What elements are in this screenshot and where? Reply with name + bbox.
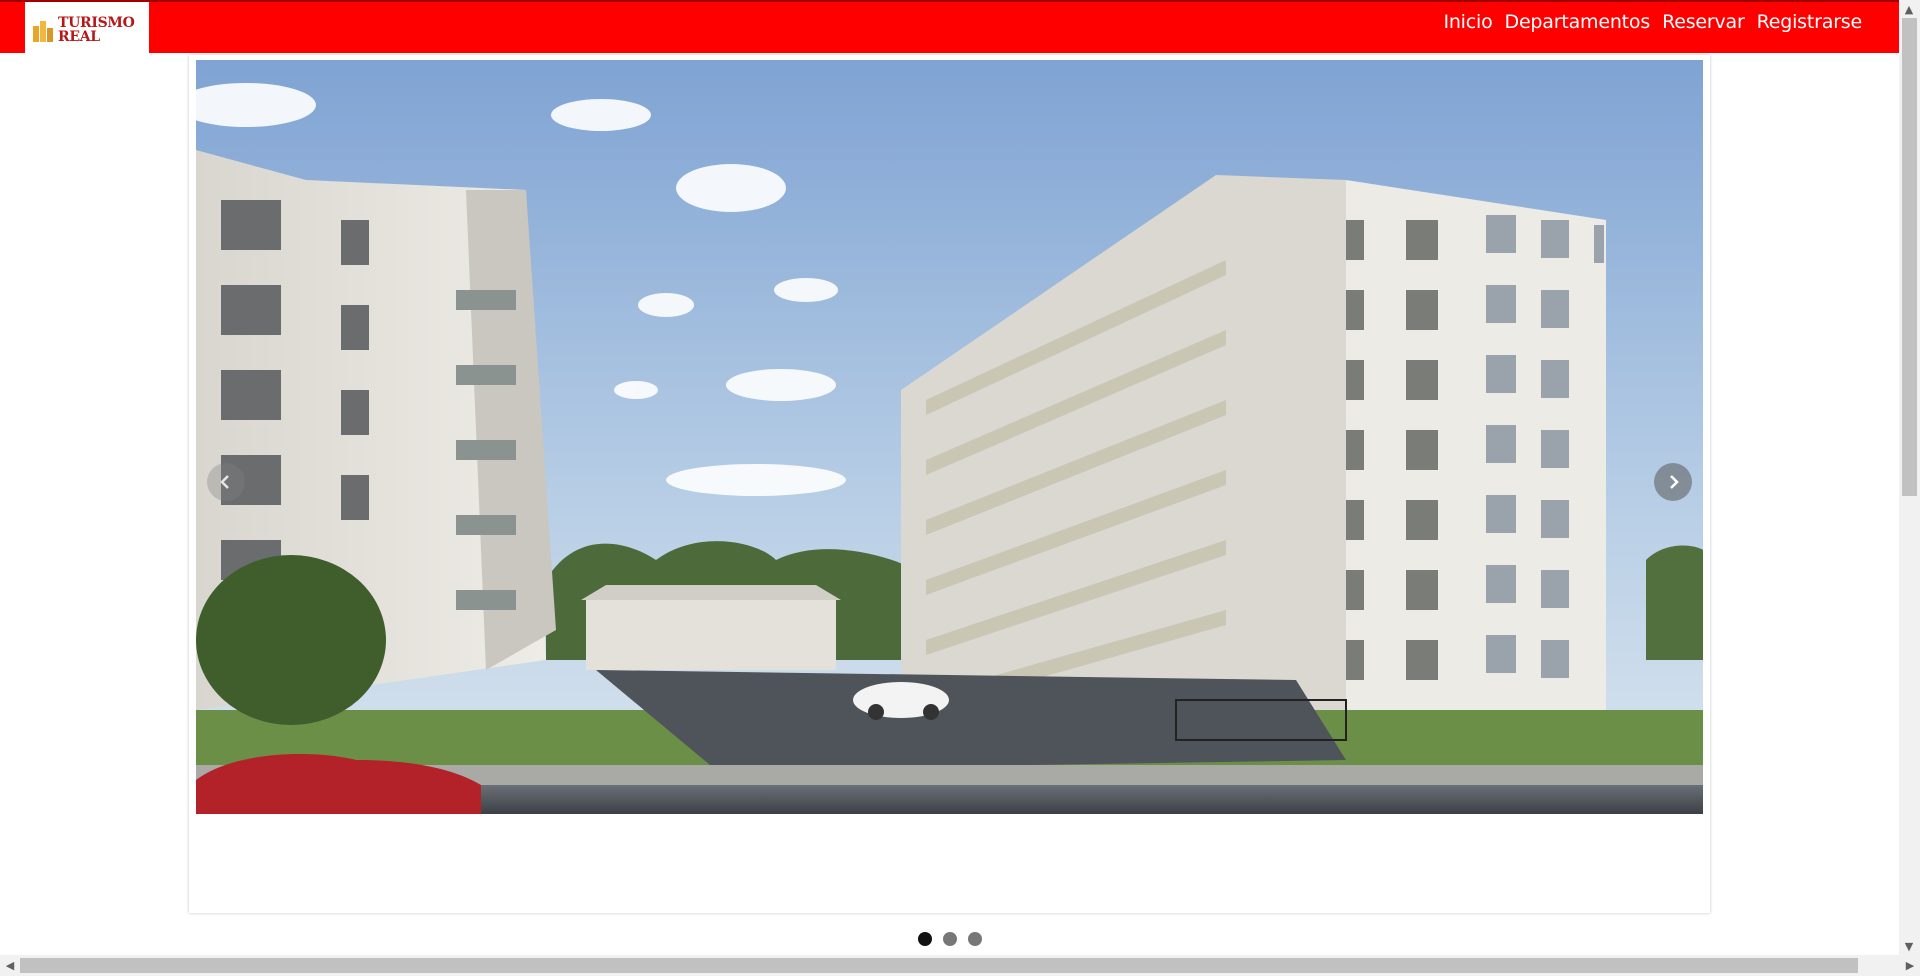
carousel-slide-image [196, 60, 1703, 814]
vertical-scroll-thumb[interactable] [1902, 18, 1917, 496]
carousel-next-button[interactable] [1654, 463, 1692, 501]
nav-reservar[interactable]: Reservar [1662, 8, 1745, 36]
brand-name: TURISMO REAL [58, 16, 146, 44]
scroll-up-icon[interactable]: ▲ [1901, 1, 1917, 17]
chevron-left-icon [220, 475, 229, 489]
carousel-indicators [0, 932, 1899, 946]
buildings-icon [33, 21, 53, 42]
carousel-indicator-3[interactable] [967, 932, 982, 946]
scroll-right-icon[interactable]: ▶ [1902, 957, 1918, 973]
carousel-card [189, 55, 1710, 913]
scroll-down-icon[interactable]: ▼ [1901, 938, 1917, 954]
vertical-scrollbar[interactable]: ▲ ▼ [1899, 0, 1920, 955]
scroll-left-icon[interactable]: ◀ [2, 957, 18, 973]
brand-line2: REAL [58, 29, 100, 45]
carousel-indicator-2[interactable] [942, 932, 957, 946]
nav-registrarse[interactable]: Registrarse [1757, 8, 1863, 36]
brand-line1: TURISMO [58, 15, 135, 31]
chevron-right-icon [1670, 475, 1679, 489]
carousel-prev-button[interactable] [207, 463, 245, 501]
nav-inicio[interactable]: Inicio [1443, 8, 1492, 36]
horizontal-scrollbar[interactable]: ◀ ▶ [0, 955, 1920, 976]
carousel-indicator-1[interactable] [917, 932, 932, 946]
main-nav: Inicio Departamentos Reservar Registrars… [1443, 8, 1862, 36]
brand-logo[interactable]: TURISMO REAL [25, 2, 149, 55]
top-navbar: TURISMO REAL Inicio Departamentos Reserv… [0, 0, 1899, 55]
nav-departamentos[interactable]: Departamentos [1505, 8, 1651, 36]
horizontal-scroll-thumb[interactable] [20, 958, 1858, 973]
